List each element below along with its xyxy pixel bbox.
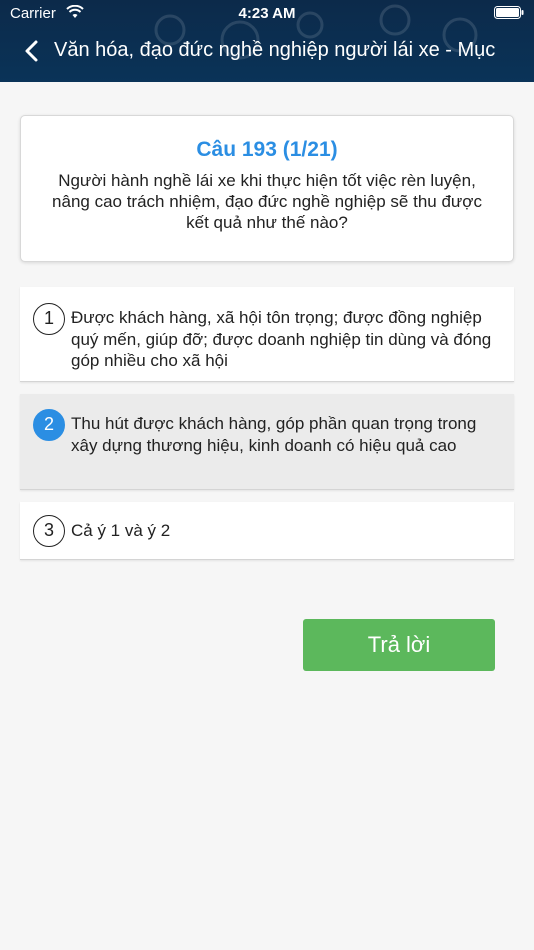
answer-text: Thu hút được khách hàng, góp phần quan t…	[71, 414, 477, 455]
status-time: 4:23 AM	[238, 5, 296, 22]
answer-number-badge: 2	[33, 409, 65, 441]
answer-option-3[interactable]: 3 Cả ý 1 và ý 2	[20, 502, 514, 560]
battery-icon	[494, 6, 524, 19]
answer-number-badge: 1	[33, 303, 65, 335]
page-title: Văn hóa, đạo đức nghề nghiệp người lái x…	[54, 39, 496, 61]
question-card: Câu 193 (1/21) Người hành nghề lái xe kh…	[20, 115, 514, 262]
chevron-left-icon[interactable]	[20, 38, 46, 64]
answer-option-2[interactable]: 2 Thu hút được khách hàng, góp phần quan…	[20, 394, 514, 490]
question-content: Câu 193 (1/21) Người hành nghề lái xe kh…	[0, 82, 534, 950]
answer-number-badge: 3	[33, 515, 65, 547]
status-bar: Carrier 4:23 AM	[0, 0, 534, 28]
answer-text: Được khách hàng, xã hội tôn trọng; được …	[71, 308, 492, 370]
answer-text: Cả ý 1 và ý 2	[71, 521, 171, 540]
answer-option-1[interactable]: 1 Được khách hàng, xã hội tôn trọng; đượ…	[20, 287, 514, 382]
app-header: Carrier 4:23 AM Văn hóa, đạo đức nghề ng…	[0, 0, 534, 82]
navigation-bar: Văn hóa, đạo đức nghề nghiệp người lái x…	[0, 30, 534, 74]
submit-answer-button[interactable]: Trả lời	[303, 619, 495, 671]
question-number: Câu 193 (1/21)	[196, 138, 338, 161]
question-text: Người hành nghề lái xe khi thực hiện tốt…	[52, 171, 482, 232]
